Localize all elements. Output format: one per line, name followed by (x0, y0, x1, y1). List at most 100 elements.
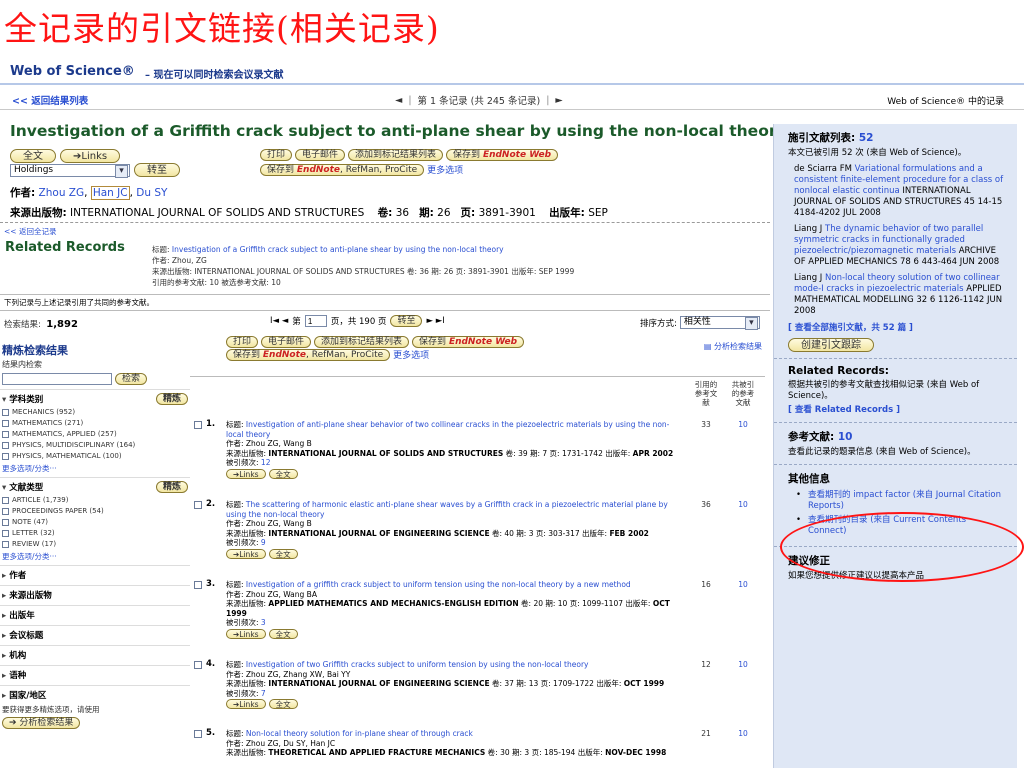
subject-option[interactable]: MECHANICS (952) (0, 407, 190, 418)
search-within-input[interactable] (2, 373, 112, 385)
times-cited-link[interactable]: 12 (261, 458, 271, 467)
print-button[interactable]: 打印 (226, 336, 259, 348)
record-checkbox[interactable] (194, 500, 202, 509)
record-title-link[interactable]: Investigation of anti-plane shear behavi… (226, 420, 669, 439)
source-record-link[interactable]: Investigation of a Griffith crack subjec… (172, 245, 504, 254)
record-title-link[interactable]: The scattering of harmonic elastic anti-… (226, 500, 668, 519)
doctype-option[interactable]: PROCEEDINGS PAPER (54) (0, 506, 190, 517)
author-link[interactable]: Du SY (136, 187, 167, 199)
checkbox[interactable] (2, 530, 9, 537)
impact-factor-link[interactable]: 查看期刊的 impact factor (来自 Journal Citation… (788, 490, 1007, 512)
view-all-citing-link[interactable]: [ 查看全部施引文献，共 52 篇 ] (788, 323, 913, 333)
checkbox[interactable] (2, 519, 9, 526)
more-options-link[interactable]: 更多选项 (427, 163, 463, 176)
email-button[interactable]: 电子邮件 (295, 149, 346, 161)
record-title-link[interactable]: Investigation of two Griffith cracks sub… (246, 660, 589, 669)
author-link[interactable]: Zhou ZG (39, 187, 85, 199)
author-link[interactable]: Han JC (90, 186, 130, 200)
times-cited-link[interactable]: 3 (261, 618, 266, 627)
times-cited-link[interactable]: 9 (261, 538, 266, 547)
more-options-link[interactable]: 更多选项 (393, 348, 429, 361)
subject-category-toggle[interactable]: 学科类别 (2, 393, 43, 405)
sort-select[interactable]: 相关性 (679, 316, 760, 330)
subject-option[interactable]: PHYSICS, MATHEMATICAL (100) (0, 451, 190, 462)
doctype-option[interactable]: LETTER (32) (0, 528, 190, 539)
doctype-option[interactable]: ARTICLE (1,739) (0, 495, 190, 506)
record-fulltext-button[interactable]: 全文 (268, 468, 298, 479)
analyze-results-button[interactable]: ➔ 分析检索结果 (2, 717, 81, 729)
record-links-button[interactable]: ➔Links (226, 628, 266, 639)
add-marked-button[interactable]: 添加到标记结果列表 (314, 336, 410, 348)
search-within-button[interactable]: 检索 (115, 373, 148, 385)
save-endnote-button[interactable]: 保存到 EndNote, RefMan, ProCite (226, 348, 391, 361)
holdings-select[interactable]: Holdings (10, 163, 130, 178)
page-number-input[interactable] (304, 315, 327, 327)
add-marked-button[interactable]: 添加到标记结果列表 (348, 149, 444, 161)
citing-title-link[interactable]: The dynamic behavior of two parallel sym… (794, 224, 983, 256)
checkbox[interactable] (2, 420, 9, 427)
first-prev-page-icon[interactable]: I◄ ◄ (270, 316, 288, 326)
shared-refs-link[interactable]: 10 (732, 420, 754, 430)
record-links-button[interactable]: ➔Links (226, 548, 266, 559)
author-facet-toggle[interactable]: 作者 (2, 569, 26, 581)
journal-toc-link[interactable]: 查看期刊的目录 (来自 Current Contents Connect) (788, 515, 1007, 537)
doc-type-toggle[interactable]: 文献类型 (2, 481, 43, 493)
checkbox[interactable] (2, 431, 9, 438)
checkbox[interactable] (2, 508, 9, 515)
checkbox[interactable] (2, 497, 9, 504)
record-checkbox[interactable] (194, 580, 202, 589)
more-options-link[interactable]: 更多选项/分类··· (0, 550, 190, 563)
prev-record-icon[interactable]: ◄ (395, 95, 402, 106)
record-fulltext-button[interactable]: 全文 (268, 628, 298, 639)
checkbox[interactable] (2, 409, 9, 416)
refine-doctype-button[interactable]: 精炼 (155, 481, 188, 493)
conference-facet-toggle[interactable]: 会议标题 (2, 629, 43, 641)
record-title-link[interactable]: Investigation of a griffith crack subjec… (246, 580, 631, 589)
save-endnote-button[interactable]: 保存到 EndNote, RefMan, ProCite (260, 163, 425, 176)
fulltext-button[interactable]: 全文 (10, 149, 56, 163)
create-citation-alert-button[interactable]: 创建引文跟踪 (788, 338, 874, 352)
record-fulltext-button[interactable]: 全文 (268, 548, 298, 559)
email-button[interactable]: 电子邮件 (261, 336, 312, 348)
next-record-icon[interactable]: ► (555, 95, 562, 106)
year-facet-toggle[interactable]: 出版年 (2, 609, 35, 621)
institution-facet-toggle[interactable]: 机构 (2, 649, 26, 661)
next-last-page-icon[interactable]: ► ►I (426, 316, 444, 326)
checkbox[interactable] (2, 453, 9, 460)
shared-refs-link[interactable]: 10 (732, 500, 754, 510)
country-facet-toggle[interactable]: 国家/地区 (2, 689, 46, 701)
analyze-results-link[interactable]: ▤ 分析检索结果 (704, 341, 762, 352)
checkbox[interactable] (2, 541, 9, 548)
goto-page-button[interactable]: 转至 (390, 315, 423, 327)
record-links-button[interactable]: ➔Links (226, 699, 266, 709)
source-facet-toggle[interactable]: 来源出版物 (2, 589, 52, 601)
back-to-results-link[interactable]: << 返回结果列表 (12, 93, 88, 107)
record-title-link[interactable]: Non-local theory solution for in-plane s… (246, 729, 473, 738)
subject-option[interactable]: MATHEMATICS (271) (0, 418, 190, 429)
checkbox[interactable] (2, 442, 9, 449)
shared-refs-link[interactable]: 10 (732, 729, 754, 739)
save-endnote-web-button[interactable]: 保存到 EndNote Web (446, 149, 559, 161)
record-fulltext-button[interactable]: 全文 (268, 699, 298, 709)
more-options-link[interactable]: 更多选项/分类··· (0, 462, 190, 475)
doctype-option[interactable]: REVIEW (17) (0, 539, 190, 550)
shared-refs-link[interactable]: 10 (732, 580, 754, 590)
subject-option[interactable]: PHYSICS, MULTIDISCIPLINARY (164) (0, 440, 190, 451)
language-facet-toggle[interactable]: 语种 (2, 669, 26, 681)
doctype-option[interactable]: NOTE (47) (0, 517, 190, 528)
references-count-link[interactable]: 10 (838, 431, 853, 443)
record-checkbox[interactable] (194, 420, 202, 429)
print-button[interactable]: 打印 (260, 149, 293, 161)
record-checkbox[interactable] (194, 660, 202, 669)
links-button[interactable]: ➔Links (60, 149, 121, 163)
record-checkbox[interactable] (194, 729, 202, 738)
subject-option[interactable]: MATHEMATICS, APPLIED (257) (0, 429, 190, 440)
goto-button[interactable]: 转至 (134, 163, 180, 177)
save-endnote-web-button[interactable]: 保存到 EndNote Web (412, 336, 525, 348)
back-to-full-record-link[interactable]: << 返回全记录 (4, 226, 56, 237)
shared-refs-link[interactable]: 10 (732, 660, 754, 670)
citing-count-link[interactable]: 52 (859, 132, 874, 144)
times-cited-link[interactable]: 7 (261, 689, 266, 698)
refine-subject-button[interactable]: 精炼 (155, 393, 188, 405)
record-links-button[interactable]: ➔Links (226, 468, 266, 479)
